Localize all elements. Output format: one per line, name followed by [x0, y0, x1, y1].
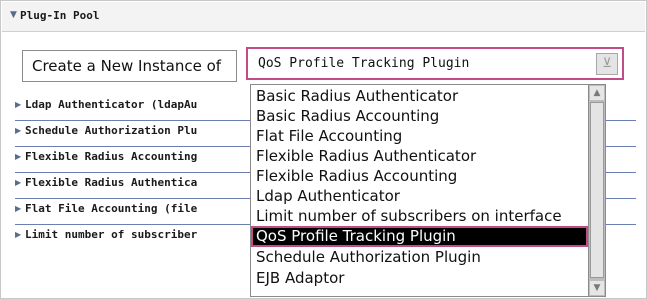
expand-triangle-icon[interactable]: ▶ [15, 126, 21, 135]
expand-triangle-icon[interactable]: ▶ [15, 100, 21, 109]
plugin-row-label: Flat File Accounting (file [25, 202, 198, 215]
plugin-type-dropdown-list[interactable]: Basic Radius Authenticator Basic Radius … [250, 84, 606, 297]
dropdown-option[interactable]: Basic Radius Authenticator [251, 86, 588, 107]
expand-triangle-icon[interactable]: ▶ [15, 152, 21, 161]
plugin-row-label: Limit number of subscriber [25, 228, 198, 241]
dropdown-option[interactable]: Flexible Radius Authenticator [251, 146, 588, 167]
dropdown-option[interactable]: Limit number of subscribers on interface [251, 206, 588, 227]
scroll-up-arrow-icon[interactable]: ▲ [590, 86, 604, 100]
collapse-triangle-icon[interactable]: ▼ [10, 10, 17, 20]
scrollbar-thumb[interactable] [590, 102, 604, 278]
plugin-pool-header[interactable]: ▼ Plug-In Pool [2, 2, 645, 32]
dropdown-option[interactable]: Basic Radius Accounting [251, 106, 588, 127]
dropdown-option[interactable]: Schedule Authorization Plugin [251, 247, 588, 268]
dropdown-option-selected[interactable]: QoS Profile Tracking Plugin [251, 226, 588, 247]
dropdown-option[interactable]: Flat File Accounting [251, 126, 588, 147]
dropdown-option[interactable]: EJB Adaptor [251, 268, 588, 289]
select-dropdown-icon[interactable]: ⊻ [596, 53, 618, 75]
plugin-row-label: Ldap Authenticator (ldapAu [25, 98, 198, 111]
create-instance-label: Create a New Instance of [32, 57, 222, 75]
plugin-row-label: Flexible Radius Authentica [25, 176, 198, 189]
plugin-type-select[interactable]: QoS Profile Tracking Plugin ⊻ [246, 47, 624, 80]
dropdown-option[interactable]: Flexible Radius Accounting [251, 166, 588, 187]
create-instance-label-box: Create a New Instance of [22, 50, 237, 82]
plugin-type-select-value: QoS Profile Tracking Plugin [258, 56, 470, 71]
expand-triangle-icon[interactable]: ▶ [15, 178, 21, 187]
expand-triangle-icon[interactable]: ▶ [15, 230, 21, 239]
plugin-row-label: Schedule Authorization Plu [25, 124, 198, 137]
dropdown-scrollbar[interactable]: ▲ ▼ [588, 85, 605, 296]
scroll-down-arrow-icon[interactable]: ▼ [590, 281, 604, 295]
plugin-pool-title: Plug-In Pool [20, 9, 100, 22]
expand-triangle-icon[interactable]: ▶ [15, 204, 21, 213]
plugin-pool-panel: ▼ Plug-In Pool Create a New Instance of … [0, 0, 647, 299]
plugin-row-label: Flexible Radius Accounting [25, 150, 198, 163]
dropdown-option[interactable]: Ldap Authenticator [251, 186, 588, 207]
